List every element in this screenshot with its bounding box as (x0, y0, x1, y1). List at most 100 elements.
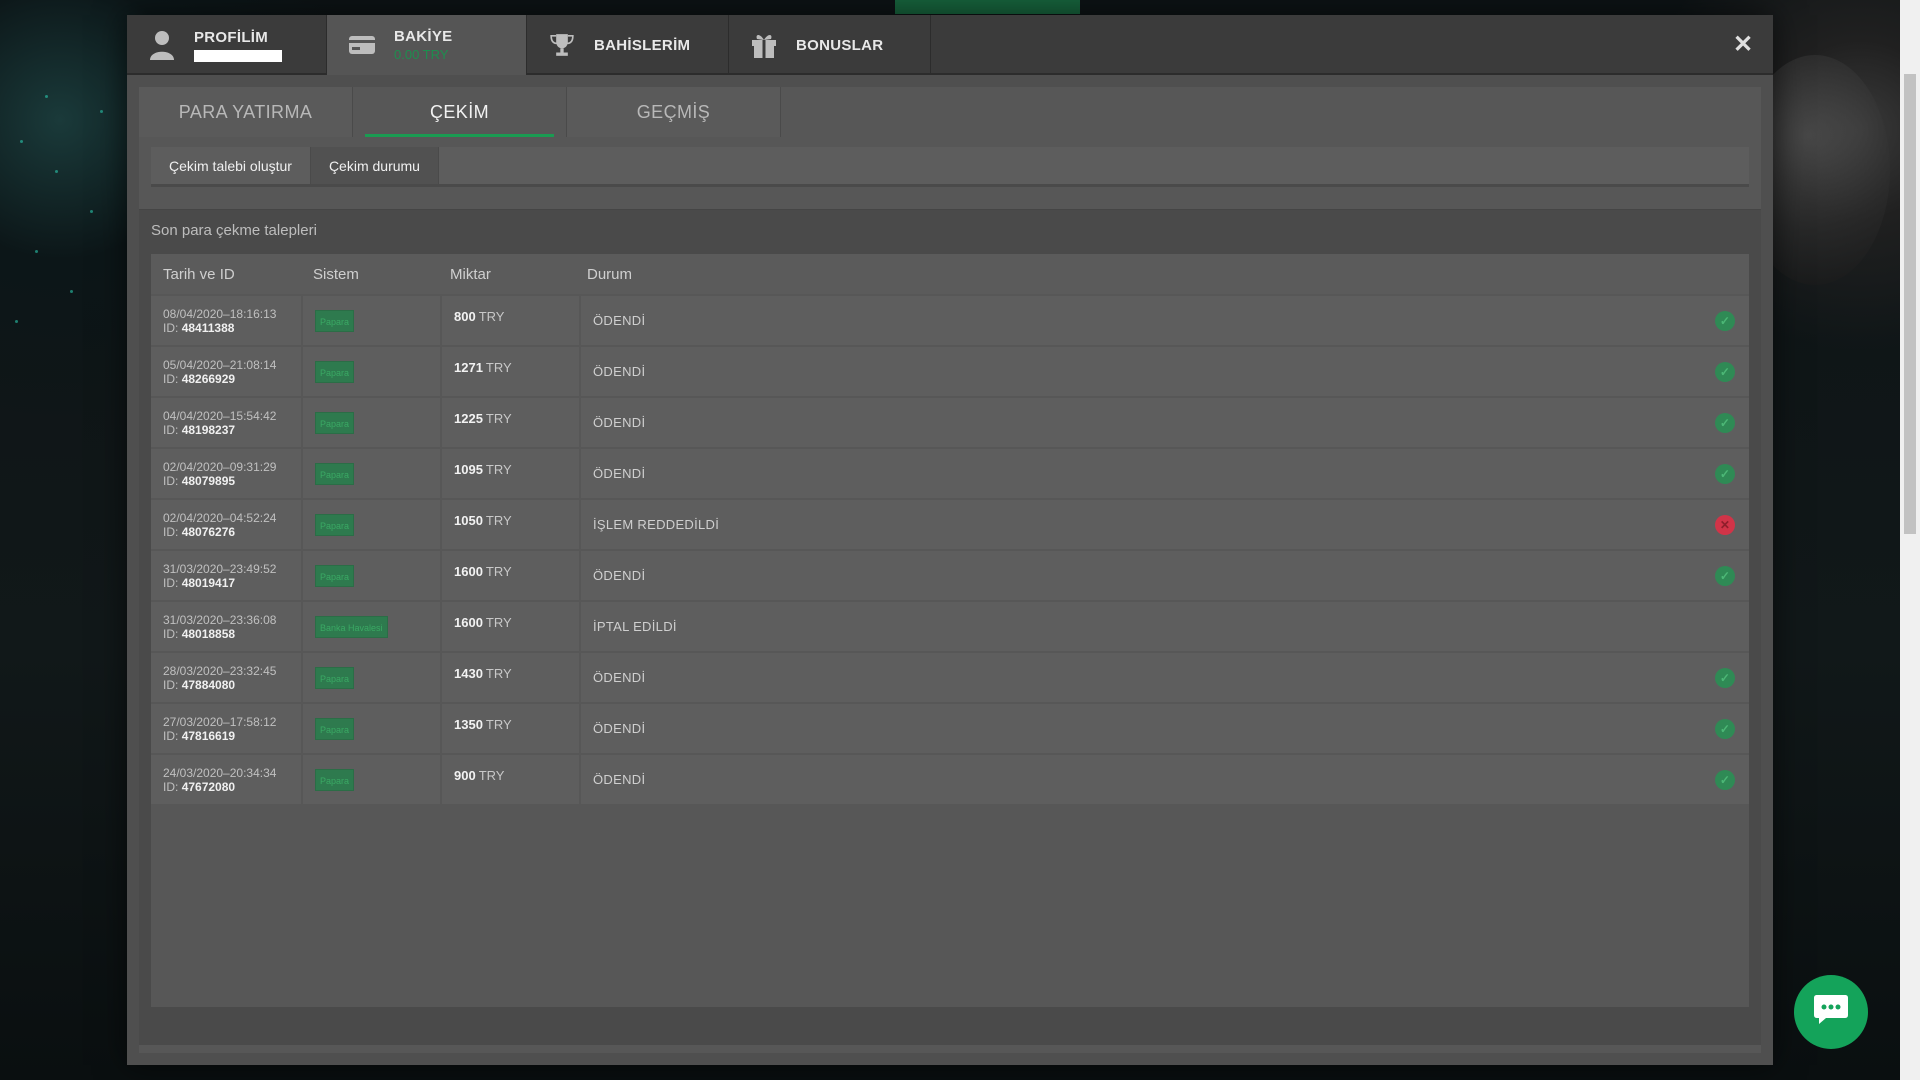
row-id: ID: 48018858 (163, 627, 235, 641)
status-cell: ÖDENDİ ✓ (581, 551, 1749, 600)
balance-label: BAKİYE (394, 28, 453, 45)
amount-cell: 900 TRY (442, 755, 579, 804)
system-cell: Papara (303, 500, 440, 549)
wallet-icon (347, 30, 377, 60)
row-currency: TRY (485, 564, 512, 579)
date-id-cell: 31/03/2020–23:36:08 ID: 48018858 (151, 602, 301, 651)
row-id-prefix: ID: (163, 524, 179, 539)
user-icon (147, 30, 177, 60)
trophy-icon (547, 30, 577, 60)
row-id-value: 48411388 (181, 320, 235, 335)
amount-cell: 1600 TRY (442, 551, 579, 600)
row-status: ÖDENDİ (593, 670, 646, 685)
amount-cell: 1050 TRY (442, 500, 579, 549)
system-cell: Papara (303, 704, 440, 753)
row-id: ID: 47816619 (163, 729, 235, 743)
chat-bubble-icon (1812, 993, 1850, 1032)
bets-label: BAHİSLERİM (594, 36, 691, 54)
live-chat-button[interactable] (1794, 975, 1868, 1049)
row-status: ÖDENDİ (593, 466, 646, 481)
modal-body: PARA YATIRMA ÇEKİM GEÇMİŞ Çekim talebi o… (139, 87, 1761, 1053)
system-cell: Papara (303, 296, 440, 345)
table-row: 04/04/2020–15:54:42 ID: 48198237 Papara 122… (151, 398, 1749, 447)
status-cell: ÖDENDİ ✓ (581, 755, 1749, 804)
profile-label: PROFİLİM (194, 28, 269, 46)
date-id-cell: 24/03/2020–20:34:34 ID: 47672080 (151, 755, 301, 804)
status-cell: ÖDENDİ ✓ (581, 704, 1749, 753)
row-date: 02/04/2020–04:52:24 (163, 510, 277, 525)
header-amount: Miktar (450, 265, 491, 283)
check-circle-icon: ✓ (1715, 565, 1735, 586)
row-id-value: 48019417 (181, 575, 236, 590)
row-id-value: 48198237 (181, 422, 236, 437)
system-cell: Papara (303, 398, 440, 447)
date-id-cell: 04/04/2020–15:54:42 ID: 48198237 (151, 398, 301, 447)
table-body: 08/04/2020–18:16:13 ID: 48411388 Papara 800… (151, 296, 1749, 804)
check-circle-icon: ✓ (1715, 412, 1735, 433)
row-date: 04/04/2020–15:54:42 (163, 408, 277, 423)
table-row: 27/03/2020–17:58:12 ID: 47816619 Papara 135… (151, 704, 1749, 753)
row-currency: TRY (478, 309, 505, 324)
status-cell: İPTAL EDİLDİ (581, 602, 1749, 651)
system-cell: Papara (303, 653, 440, 702)
row-status: ÖDENDİ (593, 721, 646, 736)
payment-system-badge: Papara (315, 411, 355, 434)
withdrawals-table: Tarih ve ID Sistem Miktar Durum 08/04/20… (151, 254, 1749, 1007)
header-tab-bonuses[interactable]: BONUSLAR (729, 15, 931, 75)
system-cell: Papara (303, 347, 440, 396)
bonuses-label: BONUSLAR (796, 36, 884, 54)
date-id-cell: 27/03/2020–17:58:12 ID: 47816619 (151, 704, 301, 753)
payment-system-badge: Papara (315, 666, 355, 689)
withdrawal-status-panel: Son para çekme talepleri Tarih ve ID Sis… (139, 209, 1761, 1045)
table-row: 02/04/2020–09:31:29 ID: 48079895 Papara 109… (151, 449, 1749, 498)
amount-cell: 1600 TRY (442, 602, 579, 651)
table-row: 31/03/2020–23:49:52 ID: 48019417 Papara 160… (151, 551, 1749, 600)
row-amount: 1600 (454, 615, 483, 630)
page-scrollbar[interactable] (1900, 0, 1920, 1080)
tab-history[interactable]: GEÇMİŞ (567, 87, 781, 137)
row-id: ID: 48266929 (163, 372, 235, 386)
row-id: ID: 48198237 (163, 423, 235, 437)
header-tab-balance[interactable]: BAKİYE 0.00 TRY (327, 15, 527, 75)
row-amount: 1225 (454, 411, 483, 426)
row-date: 31/03/2020–23:49:52 (163, 561, 277, 576)
header-date-id: Tarih ve ID (163, 265, 235, 283)
amount-cell: 1271 TRY (442, 347, 579, 396)
row-id-value: 48076276 (181, 524, 236, 539)
scrollbar-thumb[interactable] (1904, 74, 1916, 534)
header-status: Durum (587, 265, 633, 283)
payment-system-badge: Papara (315, 564, 355, 587)
row-currency: TRY (485, 360, 512, 375)
row-id-prefix: ID: (163, 779, 179, 794)
row-id-prefix: ID: (163, 422, 179, 437)
row-currency: TRY (478, 768, 505, 783)
header-tab-profile[interactable]: PROFİLİM (127, 15, 327, 75)
check-circle-icon: ✓ (1715, 718, 1735, 739)
row-date: 31/03/2020–23:36:08 (163, 612, 277, 627)
row-status: ÖDENDİ (593, 364, 646, 379)
amount-cell: 1350 TRY (442, 704, 579, 753)
row-date: 27/03/2020–17:58:12 (163, 714, 277, 729)
subtab-withdrawal-status[interactable]: Çekim durumu (310, 147, 439, 184)
date-id-cell: 31/03/2020–23:49:52 ID: 48019417 (151, 551, 301, 600)
status-cell: ÖDENDİ ✓ (581, 653, 1749, 702)
row-status: İŞLEM REDDEDİLDİ (593, 517, 720, 532)
close-button[interactable]: ✕ (1731, 33, 1755, 57)
subtab-create-request[interactable]: Çekim talebi oluştur (151, 147, 311, 184)
row-amount: 1350 (454, 717, 483, 732)
tab-deposit[interactable]: PARA YATIRMA (139, 87, 353, 137)
payment-system-badge: Papara (315, 768, 355, 791)
amount-cell: 1225 TRY (442, 398, 579, 447)
row-id: ID: 47672080 (163, 780, 235, 794)
table-row: 08/04/2020–18:16:13 ID: 48411388 Papara 800… (151, 296, 1749, 345)
row-status: ÖDENDİ (593, 415, 646, 430)
header-tab-bets[interactable]: BAHİSLERİM (527, 15, 729, 75)
table-header: Tarih ve ID Sistem Miktar Durum (151, 254, 1749, 294)
tab-withdrawal[interactable]: ÇEKİM (353, 87, 567, 137)
row-status: ÖDENDİ (593, 313, 646, 328)
amount-cell: 1095 TRY (442, 449, 579, 498)
balance-value: 0.00 TRY (394, 47, 449, 62)
date-id-cell: 08/04/2020–18:16:13 ID: 48411388 (151, 296, 301, 345)
section-title: Son para çekme talepleri (151, 222, 317, 239)
row-amount: 1095 (454, 462, 483, 477)
